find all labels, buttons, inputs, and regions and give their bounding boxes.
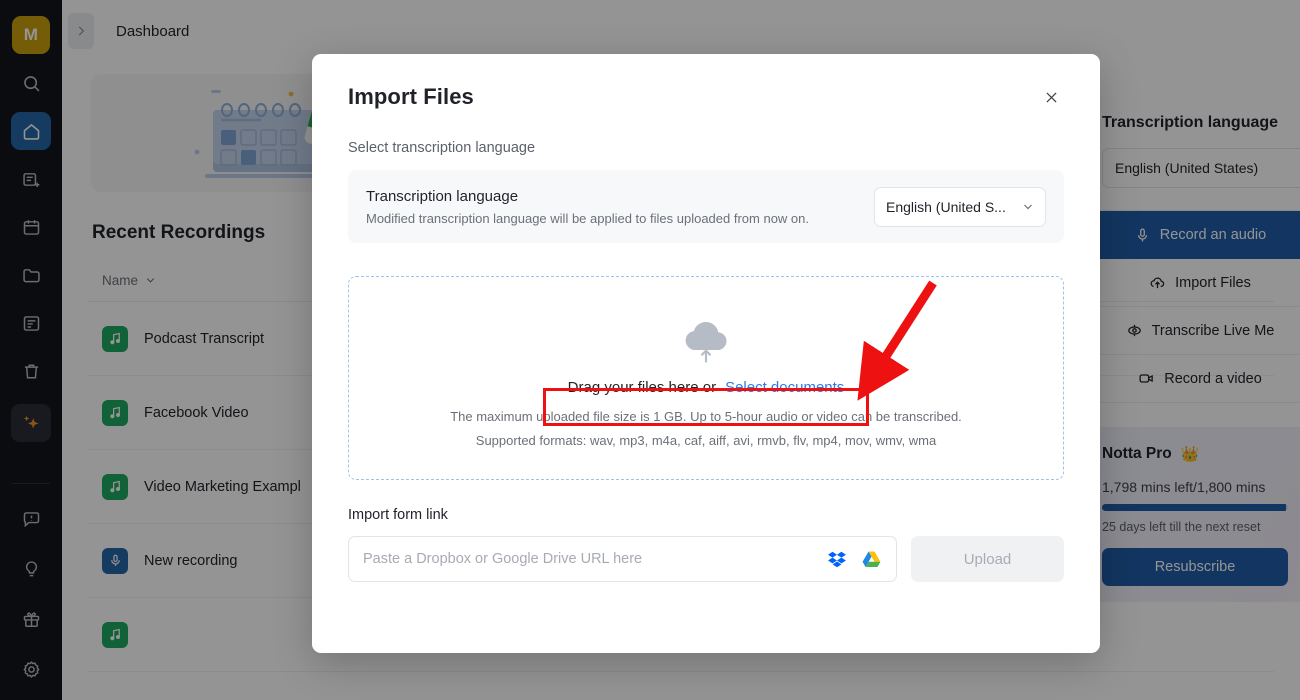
- close-icon[interactable]: [1038, 84, 1064, 110]
- dropzone-prompt: Drag your files here or Select documents: [568, 379, 845, 396]
- dropzone-formats-note: Supported formats: wav, mp3, m4a, caf, a…: [475, 433, 937, 448]
- dropbox-icon[interactable]: [827, 549, 848, 570]
- dropzone-prompt-text: Drag your files here or: [567, 379, 717, 396]
- file-dropzone[interactable]: Drag your files here or Select documents…: [348, 276, 1064, 480]
- import-files-modal: Import Files Select transcription langua…: [312, 54, 1100, 653]
- chevron-down-icon: [1024, 204, 1032, 209]
- import-link-label: Import form link: [348, 507, 448, 523]
- cloud-upload-icon: [682, 316, 730, 364]
- app-window: M Dashboard Recent Recordings Name Podca…: [0, 0, 1300, 700]
- google-drive-icon[interactable]: [861, 549, 882, 570]
- service-icons: [827, 549, 882, 570]
- modal-title: Import Files: [348, 84, 474, 109]
- transcription-language-selected: English (United S...: [886, 198, 1006, 215]
- transcription-language-row: Transcription language Modified transcri…: [348, 170, 1064, 243]
- import-url-input[interactable]: Paste a Dropbox or Google Drive URL here: [348, 536, 897, 582]
- dropzone-size-note: The maximum uploaded file size is 1 GB. …: [450, 409, 962, 424]
- select-documents-link[interactable]: Select documents: [725, 379, 844, 396]
- modal-header: Import Files: [348, 84, 1064, 110]
- transcription-language-text: Transcription language Modified transcri…: [366, 188, 809, 226]
- transcription-language-description: Modified transcription language will be …: [366, 210, 809, 226]
- transcription-language-title: Transcription language: [366, 187, 519, 205]
- transcription-language-dropdown[interactable]: English (United S...: [874, 186, 1046, 227]
- import-url-placeholder: Paste a Dropbox or Google Drive URL here: [363, 551, 643, 567]
- upload-button[interactable]: Upload: [911, 536, 1064, 582]
- modal-subtitle: Select transcription language: [348, 140, 536, 156]
- import-link-row: Paste a Dropbox or Google Drive URL here: [348, 536, 1064, 582]
